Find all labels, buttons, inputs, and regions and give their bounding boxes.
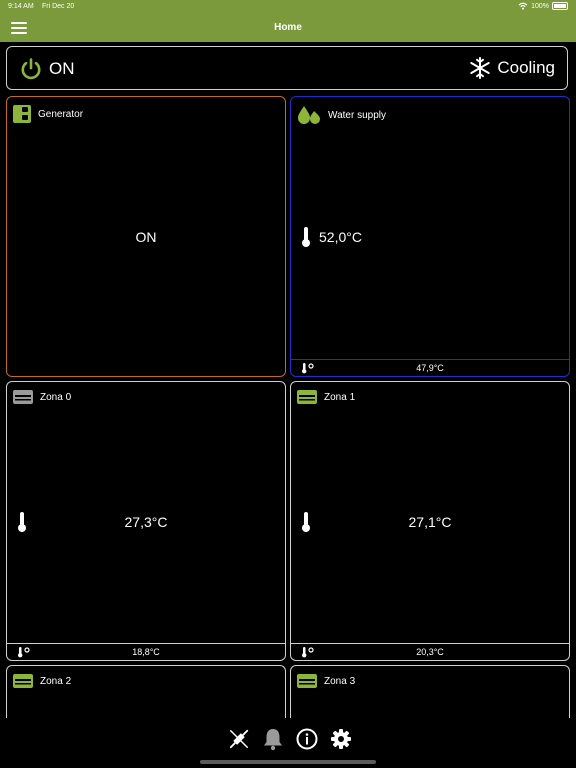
- home-indicator[interactable]: [200, 760, 376, 764]
- air-conditioner-icon: [13, 390, 33, 404]
- zone-setpoint: 20,3°C: [416, 647, 444, 657]
- tile-title: Generator: [38, 108, 84, 120]
- tile-footer: 47,9°C: [291, 359, 569, 376]
- zone-1-tile[interactable]: Zona 1 27,1°C 20,3°C: [290, 381, 570, 661]
- water-supply-return-temp: 47,9°C: [416, 363, 444, 373]
- water-supply-tile[interactable]: Water supply 52,0°C 47,9°C: [290, 96, 570, 377]
- zone-temperature: 27,3°C: [124, 514, 168, 530]
- power-toggle[interactable]: ON: [19, 57, 75, 81]
- generator-icon: [13, 105, 31, 123]
- zone-setpoint: 18,8°C: [132, 647, 160, 657]
- thermometer-icon: [302, 227, 310, 247]
- page-title: Home: [274, 22, 302, 33]
- status-indicators: 100%: [518, 2, 568, 10]
- tile-title: Zona 1: [324, 391, 356, 403]
- tile-title: Water supply: [328, 109, 386, 121]
- tile-title: Zona 0: [40, 391, 72, 403]
- snowflake-icon: [470, 57, 491, 79]
- info-icon[interactable]: [296, 728, 318, 750]
- status-time: 9:14 AM: [8, 3, 34, 10]
- bell-icon[interactable]: [262, 728, 284, 751]
- status-date: Fri Dec 20: [42, 3, 75, 10]
- tile-title: Zona 3: [324, 675, 356, 687]
- zone-temperature: 27,1°C: [408, 514, 452, 530]
- top-header: 9:14 AM Fri Dec 20 100% Home: [0, 0, 576, 42]
- zone-0-tile[interactable]: Zona 0 27,3°C 18,8°C: [6, 381, 286, 661]
- tile-footer: 18,8°C: [7, 643, 285, 660]
- disconnected-plug-icon[interactable]: [228, 728, 250, 750]
- tile-title: Zona 2: [40, 675, 72, 687]
- power-icon: [21, 58, 41, 80]
- battery-icon: [552, 2, 568, 10]
- tile-footer: 20,3°C: [291, 643, 569, 660]
- power-state-label: ON: [49, 59, 75, 78]
- generator-tile[interactable]: Generator ON: [6, 96, 286, 377]
- water-supply-temperature: 52,0°C: [319, 229, 362, 245]
- air-conditioner-icon: [297, 390, 317, 404]
- generator-state: ON: [135, 229, 157, 245]
- mode-selector[interactable]: Cooling: [469, 57, 555, 79]
- air-conditioner-icon: [13, 674, 33, 688]
- wifi-icon: [518, 2, 528, 10]
- gear-icon[interactable]: [330, 728, 352, 750]
- mode-label: Cooling: [497, 58, 555, 77]
- battery-percent: 100%: [531, 2, 549, 10]
- air-conditioner-icon: [297, 674, 317, 688]
- water-drop-icon: [298, 106, 320, 124]
- system-status-panel: ON Cooling: [6, 46, 568, 90]
